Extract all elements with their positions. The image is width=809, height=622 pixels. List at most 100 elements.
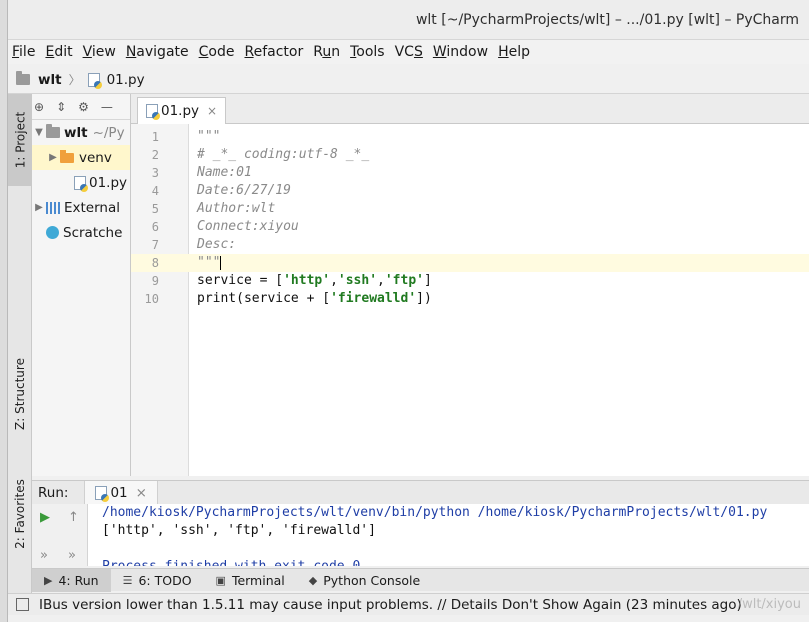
breadcrumb-project[interactable]: wlt [38, 72, 62, 88]
line-number: 1 [151, 130, 159, 144]
chevron-down-icon[interactable]: ▼ [32, 127, 46, 138]
run-tab-01[interactable]: 01 × [84, 480, 158, 505]
editor-tab-01py[interactable]: 01.py × [137, 97, 227, 124]
code-text: Date:6/27/19 [197, 182, 291, 200]
menu-item-vcs[interactable]: VCS [395, 44, 429, 60]
tab-todo-label: 6: TODO [138, 572, 192, 588]
console-line: Process finished with exit code 0 [102, 558, 767, 566]
tab-structure-label: Z: Structure [13, 358, 27, 430]
code-text: # _*_ coding:utf-8 _*_ [197, 146, 369, 164]
python-file-icon [146, 104, 160, 120]
left-tool-strip: 1: Project Z: Structure 2: Favorites [8, 94, 32, 594]
code-token: 'http' [283, 273, 331, 288]
tab-run[interactable]: ▶ 4: Run [32, 568, 111, 592]
menu-item-text: dit [54, 44, 73, 60]
menu-item-code[interactable]: Code [199, 44, 241, 60]
desktop-edge [0, 0, 8, 622]
rerun-icon[interactable]: ▶ [40, 510, 50, 525]
line-number: 4 [151, 184, 159, 198]
chevron-right-icon[interactable]: ▶ [32, 202, 46, 213]
tab-structure[interactable]: Z: Structure [8, 344, 32, 444]
breadcrumb-file[interactable]: 01.py [107, 72, 145, 88]
tree-item-venv[interactable]: ▶ venv [32, 145, 130, 170]
code-text: """ [197, 254, 222, 272]
code-line[interactable]: 4 Date:6/27/19 [131, 182, 809, 200]
menu-item-text: indow [446, 44, 489, 60]
code-line[interactable]: 9 service = ['http','ssh','ftp'] [131, 272, 809, 290]
folder-icon [46, 124, 60, 138]
pycharm-window: wlt [~/PycharmProjects/wlt] – .../01.py … [8, 0, 809, 622]
gear-icon[interactable]: ⚙ [78, 100, 89, 114]
hide-icon[interactable]: — [101, 100, 113, 114]
run-toolbar: ▶ ↑ » » [32, 504, 88, 566]
code-token: 'ftp' [384, 273, 424, 288]
project-panel: ⊕ ⇕ ⚙ — ▼ wlt ~/Py ▶ venv 01.py ▶ Extern… [32, 94, 131, 476]
menu-item-help[interactable]: Help [498, 44, 536, 60]
tree-item-external[interactable]: ▶ External [32, 195, 130, 220]
tab-terminal[interactable]: ▣ Terminal [204, 569, 297, 592]
menu-item-text: W [432, 44, 447, 60]
up-arrow-icon[interactable]: ↑ [68, 510, 79, 525]
run-tab-label: 01 [110, 484, 128, 501]
tab-favorites[interactable]: 2: Favorites [8, 464, 32, 564]
tree-item-wlt[interactable]: ▼ wlt ~/Py [32, 120, 130, 145]
more-icon[interactable]: » [40, 548, 48, 563]
code-token: Author:wlt [197, 201, 276, 216]
tab-python-console[interactable]: ◆ Python Console [297, 569, 432, 592]
code-editor[interactable]: 1 """ 2 # _*_ coding:utf-8 _*_ 3 Name:01 4 Date… [131, 124, 809, 476]
menu-item-text: R [313, 44, 323, 60]
collapse-icon[interactable]: ⇕ [56, 100, 66, 114]
menu-item-text: efactor [253, 44, 304, 60]
menu-item-text: ile [19, 44, 36, 60]
status-toggle-icon[interactable] [16, 598, 29, 611]
tab-project-label: 1: Project [13, 111, 27, 169]
code-line[interactable]: 8 """ [131, 254, 809, 272]
tab-todo[interactable]: ☰ 6: TODO [111, 569, 204, 592]
locate-icon[interactable]: ⊕ [34, 100, 44, 114]
more-icon[interactable]: » [68, 548, 76, 563]
close-icon[interactable]: × [207, 104, 217, 118]
project-toolbar: ⊕ ⇕ ⚙ — [32, 94, 130, 120]
chevron-right-icon[interactable]: ▶ [46, 152, 60, 163]
python-file-icon [74, 175, 88, 192]
breadcrumb: wlt 〉 01.py [8, 66, 809, 94]
tree-item-label: wlt [64, 124, 88, 141]
line-number: 6 [151, 220, 159, 234]
tree-item-scratches[interactable]: Scratche [32, 220, 130, 245]
close-icon[interactable]: × [136, 485, 147, 501]
tree-item-path: ~/Py [92, 124, 125, 141]
tree-item-01py[interactable]: 01.py [32, 170, 130, 195]
menu-item-text: R [244, 44, 254, 60]
play-icon: ▶ [44, 573, 53, 587]
tab-python-console-label: Python Console [323, 572, 421, 588]
menu-item-tools[interactable]: Tools [350, 44, 391, 60]
menu-item-window[interactable]: Window [433, 44, 494, 60]
code-line[interactable]: 3 Name:01 [131, 164, 809, 182]
menu-item-edit[interactable]: Edit [45, 44, 78, 60]
code-line[interactable]: 7 Desc: [131, 236, 809, 254]
menu-item-file[interactable]: File [12, 44, 41, 60]
menu-item-text: N [125, 44, 137, 60]
menu-item-view[interactable]: View [83, 44, 122, 60]
code-text: Author:wlt [197, 200, 275, 218]
console-output[interactable]: /home/kiosk/PycharmProjects/wlt/venv/bin… [102, 504, 767, 566]
tab-project[interactable]: 1: Project [8, 94, 32, 186]
code-line[interactable]: 5 Author:wlt [131, 200, 809, 218]
tool-window-bar: ▶ 4: Run ☰ 6: TODO ▣ Terminal ◆ Python C… [32, 568, 809, 592]
menu-item-navigate[interactable]: Navigate [126, 44, 195, 60]
code-token: service = [ [197, 273, 284, 288]
code-token: Name:01 [197, 165, 252, 180]
status-message[interactable]: IBus version lower than 1.5.11 may cause… [39, 597, 742, 613]
menu-item-refactor[interactable]: Refactor [244, 44, 309, 60]
code-text: Name:01 [197, 164, 252, 182]
code-token: 'ssh' [337, 273, 378, 288]
code-line[interactable]: 1 """ [131, 128, 809, 146]
tab-favorites-label: 2: Favorites [13, 479, 28, 549]
code-line[interactable]: 6 Connect:xiyou [131, 218, 809, 236]
tab-run-label: 4: Run [58, 572, 99, 588]
menu-item-run[interactable]: Run [313, 44, 346, 60]
code-lines: 1 """ 2 # _*_ coding:utf-8 _*_ 3 Name:01 4 Date… [131, 128, 809, 308]
code-token: 'firewalld' [330, 291, 417, 306]
code-line[interactable]: 2 # _*_ coding:utf-8 _*_ [131, 146, 809, 164]
code-line[interactable]: 10 print(service + ['firewalld']) [131, 290, 809, 308]
